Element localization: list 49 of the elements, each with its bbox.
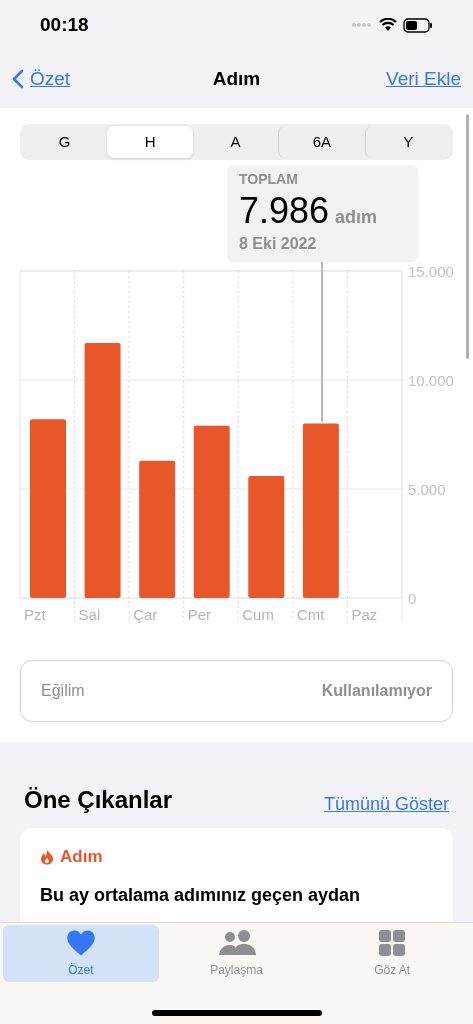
back-button[interactable]: Özet [12, 64, 71, 94]
tab-bar-item[interactable]: Paylaşma [158, 925, 315, 982]
axis-label: Paz [351, 606, 378, 623]
highlight-category: Adım [60, 846, 103, 868]
trend-value: Kullanılamıyor [321, 681, 432, 701]
show-all-link[interactable]: Tümünü Göster [323, 791, 449, 818]
axis-label: Çar [133, 606, 158, 623]
highlight-text: Bu ay ortalama adımınız geçen aydan [40, 883, 362, 907]
trend-label: Eğilim [41, 681, 85, 701]
status-time: 00:18 [40, 12, 89, 37]
axis-label: Cmt [296, 606, 325, 623]
axis-label: Pzt [24, 606, 46, 623]
summary-label: TOPLAM [239, 170, 299, 189]
bar[interactable] [302, 423, 339, 598]
bar[interactable] [84, 342, 121, 598]
segment-tab[interactable]: H [107, 126, 193, 158]
heart-icon [65, 928, 96, 957]
summary-date: 8 Eki 2022 [239, 234, 318, 254]
segment-tab[interactable]: 6A [278, 126, 365, 158]
segment-tab[interactable]: A [192, 126, 279, 158]
people-icon [216, 928, 257, 957]
segment-tab[interactable]: Y [364, 126, 452, 158]
bar[interactable] [193, 425, 230, 598]
axis-label: Per [187, 606, 212, 623]
tab-bar-item[interactable]: Göz At [314, 925, 470, 982]
signal-icon [351, 22, 373, 28]
grid-icon [378, 928, 407, 957]
chevron-left-icon [12, 69, 24, 89]
tab-bar-item[interactable]: Özet [3, 925, 159, 982]
bar[interactable] [139, 460, 176, 598]
wifi-icon [379, 18, 397, 32]
axis-label: Cum [242, 606, 274, 623]
back-label: Özet [30, 66, 71, 91]
highlight-card[interactable]: Adım Bu ay ortalama adımınız geçen aydan [20, 828, 453, 922]
nav-title: Adım [212, 66, 261, 91]
add-data-link[interactable]: Veri Ekle [386, 64, 461, 94]
flame-icon [40, 848, 54, 865]
axis-label: 15.000 [408, 263, 454, 280]
axis-label: Sal [78, 606, 101, 623]
trend-row[interactable]: Eğilim Kullanılamıyor [20, 660, 453, 722]
segment-tab[interactable]: G [22, 126, 108, 158]
section-heading: Öne Çıkanlar [24, 785, 173, 815]
axis-label: 10.000 [408, 372, 454, 389]
axis-label: 0 [408, 590, 417, 607]
battery-icon [403, 17, 433, 33]
summary-value: 7.986 [239, 190, 330, 232]
bar[interactable] [248, 475, 285, 598]
axis-label: 5.000 [408, 481, 446, 498]
summary-unit: adım [335, 206, 378, 229]
